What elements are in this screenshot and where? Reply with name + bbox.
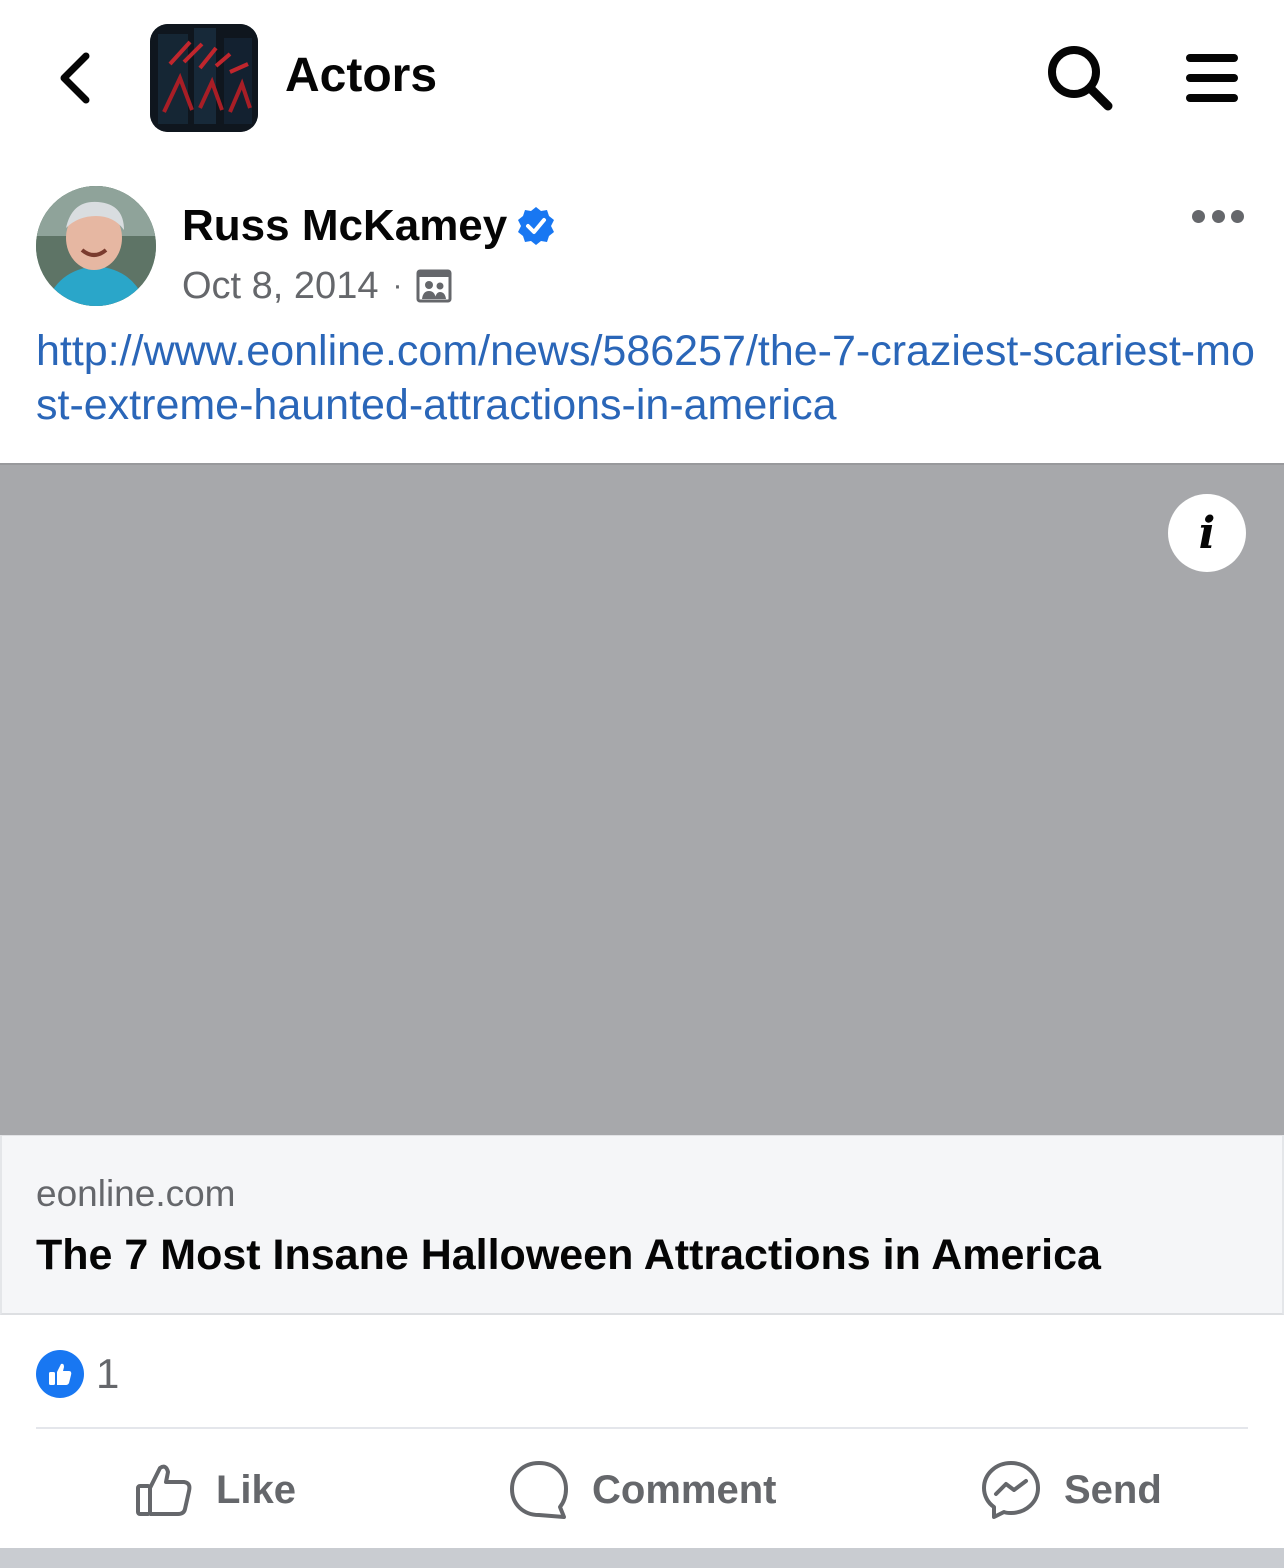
- comment-button[interactable]: Comment: [508, 1452, 776, 1528]
- send-button[interactable]: Send: [980, 1452, 1162, 1528]
- author-name[interactable]: Russ McKamey: [182, 198, 507, 254]
- actions-divider: [36, 1427, 1248, 1429]
- post-meta: Oct 8, 2014 ·: [182, 262, 452, 310]
- like-button[interactable]: Like: [134, 1452, 296, 1528]
- link-preview-footer[interactable]: [0, 1135, 1284, 1315]
- chevron-left-icon: [60, 52, 90, 104]
- like-reaction-badge[interactable]: [36, 1350, 84, 1398]
- post-options-button[interactable]: [1186, 196, 1250, 236]
- author-avatar[interactable]: [36, 186, 156, 306]
- group-title[interactable]: Actors: [285, 46, 437, 106]
- like-count[interactable]: 1: [96, 1348, 119, 1400]
- send-label: Send: [1064, 1467, 1162, 1512]
- more-dot-icon: [1211, 209, 1225, 223]
- group-cover-thumbnail[interactable]: [150, 24, 258, 132]
- hamburger-menu-icon: [1186, 54, 1238, 102]
- link-preview-image[interactable]: [0, 463, 1284, 1135]
- comment-label: Comment: [592, 1467, 777, 1512]
- link-preview-domain: eonline.com: [36, 1173, 236, 1214]
- menu-button[interactable]: [1182, 48, 1242, 108]
- thumbs-up-outline-icon: [136, 1464, 192, 1516]
- back-button[interactable]: [44, 44, 104, 112]
- feed-separator: [0, 1548, 1284, 1568]
- group-audience-icon: [416, 269, 452, 303]
- meta-separator: ·: [392, 269, 403, 302]
- link-preview-title[interactable]: The 7 Most Insane Halloween Attractions …: [36, 1226, 1101, 1284]
- verified-badge-icon: [518, 207, 554, 245]
- more-dot-icon: [1192, 209, 1205, 223]
- group-cover-image: [150, 24, 258, 132]
- comment-bubble-icon: [510, 1461, 568, 1519]
- search-icon: [1048, 46, 1113, 111]
- top-bar: Actors: [0, 0, 1284, 160]
- post-link[interactable]: http://www.eonline.com/news/586257/the-7…: [36, 324, 1256, 432]
- like-label: Like: [216, 1467, 297, 1512]
- avatar-photo: [36, 186, 156, 306]
- thumbs-up-icon: [49, 1363, 72, 1385]
- search-button[interactable]: [1044, 42, 1116, 114]
- post-date[interactable]: Oct 8, 2014: [182, 262, 378, 310]
- more-dot-icon: [1231, 209, 1244, 223]
- messenger-icon: [982, 1461, 1040, 1519]
- info-button[interactable]: i: [1168, 494, 1246, 572]
